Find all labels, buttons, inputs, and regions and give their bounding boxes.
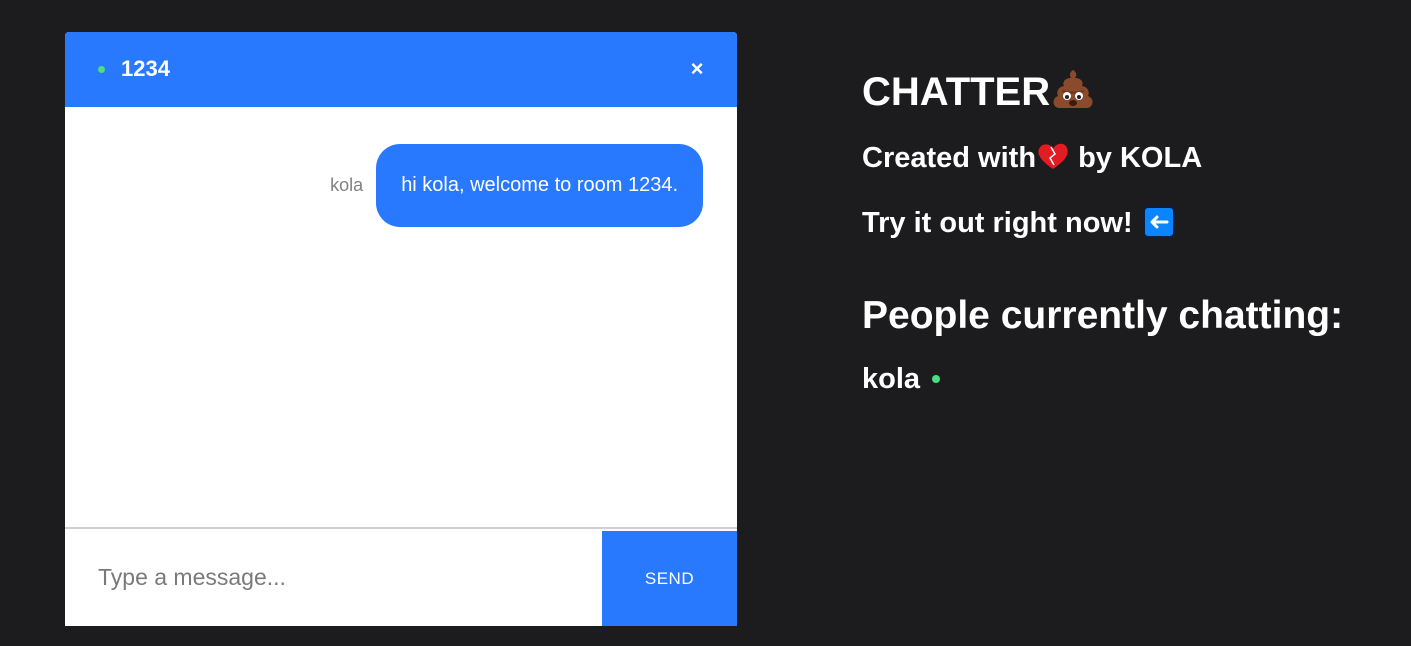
- message-row: kola hi kola, welcome to room 1234.: [330, 144, 703, 227]
- call-to-action: Try it out right now!: [862, 206, 1175, 240]
- room-name: 1234: [121, 56, 170, 81]
- message-list: kola hi kola, welcome to room 1234.: [65, 107, 737, 527]
- message-input[interactable]: [65, 529, 602, 626]
- person-name: kola: [862, 363, 921, 395]
- credit-line: Created with by KOLA: [862, 141, 1202, 175]
- heart-icon: [1036, 141, 1070, 171]
- poo-emoji-icon: [1050, 67, 1096, 111]
- message-composer: SEND: [65, 527, 737, 626]
- credit-prefix: Created with: [862, 142, 1037, 174]
- app-title: CHATTER: [862, 67, 1096, 115]
- app-title-text: CHATTER: [862, 70, 1051, 114]
- online-status-dot: [932, 375, 941, 383]
- chat-window: 1234 × kola hi kola, welcome to room 123…: [65, 32, 737, 626]
- left-arrow-icon: [1142, 206, 1175, 238]
- list-item: kola: [862, 362, 941, 396]
- online-status-dot: [98, 66, 105, 73]
- message-author: kola: [330, 175, 364, 195]
- cta-text: Try it out right now!: [862, 207, 1133, 239]
- message-bubble: hi kola, welcome to room 1234.: [376, 144, 703, 227]
- people-heading: People currently chatting:: [862, 294, 1344, 337]
- send-button[interactable]: SEND: [602, 531, 737, 626]
- close-button[interactable]: ×: [685, 57, 709, 81]
- people-list: kola: [862, 362, 941, 396]
- chat-header: 1234 ×: [65, 32, 737, 107]
- credit-suffix: by KOLA: [1070, 142, 1203, 174]
